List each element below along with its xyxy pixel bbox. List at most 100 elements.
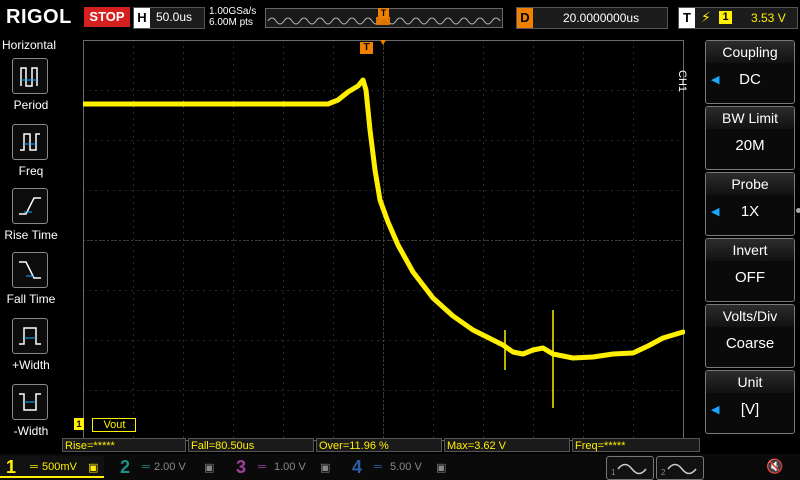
channel-label-text: Vout [92, 418, 137, 432]
trigger-delay[interactable]: D 20.0000000us [516, 7, 668, 29]
svg-text:2: 2 [661, 468, 666, 477]
channel-4-scale: 5.00 V [390, 461, 422, 473]
fall-time-label: Fall Time [6, 292, 56, 306]
generator-1-icon: 1 [611, 463, 647, 477]
top-status-bar: RIGOL STOP H 50.0us 1.00GSa/s 6.00M pts … [0, 0, 800, 36]
negative-width-label: -Width [13, 424, 49, 438]
horizontal-timebase[interactable]: H 50.0us [133, 7, 205, 29]
freq-label: Freq [18, 164, 44, 178]
delay-label: D [517, 8, 533, 28]
coupling-title: Coupling [706, 41, 794, 63]
trigger-level: 3.53 V [751, 11, 786, 25]
trigger-settings[interactable]: T ⚡ 1 3.53 V [678, 7, 798, 29]
bandwidth-limit-icon: ▣ [436, 462, 447, 474]
frequency-icon [12, 124, 48, 160]
measurement-max[interactable]: Max=3.62 V [444, 438, 570, 452]
generator-1-button[interactable]: 1 [606, 456, 654, 480]
channel-4-number: 4 [352, 457, 363, 477]
dc-coupling-icon: ═ [30, 461, 38, 473]
sample-rate: 1.00GSa/s [209, 6, 257, 17]
measure-positive-width[interactable]: +Width [0, 318, 62, 380]
channel-3-scale: 1.00 V [274, 461, 306, 473]
generator-2-button[interactable]: 2 [656, 456, 704, 480]
invert-option[interactable]: Invert OFF [705, 238, 795, 302]
coupling-value: DC [739, 71, 761, 88]
period-icon [12, 58, 48, 94]
memory-depth: 6.00M pts [209, 17, 253, 28]
channel-4-status[interactable]: 4 ═ 5.00 V ▣ [348, 456, 452, 478]
positive-width-icon [12, 318, 48, 354]
channel-1-number: 1 [6, 457, 17, 477]
probe-value: 1X [740, 203, 760, 220]
memory-trigger-marker: T [378, 8, 389, 18]
bw-limit-title: BW Limit [706, 107, 794, 129]
probe-option[interactable]: Probe ◀ 1X [705, 172, 800, 236]
timebase-value: 50.0us [156, 10, 193, 24]
measure-fall-time[interactable]: Fall Time [0, 252, 62, 314]
bandwidth-limit-icon: ▣ [320, 462, 331, 474]
volts-div-title: Volts/Div [706, 305, 794, 327]
channel-tag: CH1 [676, 70, 688, 93]
svg-text:1: 1 [611, 468, 616, 477]
measure-period[interactable]: Period [0, 58, 62, 120]
rise-time-icon [12, 188, 48, 224]
waveform-display[interactable] [80, 40, 686, 442]
measurement-freq[interactable]: Freq=***** [572, 438, 700, 452]
channel-3-status[interactable]: 3 ═ 1.00 V ▣ [232, 456, 336, 478]
unit-title: Unit [706, 371, 794, 393]
fall-time-icon [12, 252, 48, 288]
acquisition-info: 1.00GSa/s 6.00M pts [209, 6, 256, 28]
channel-status-bar: 1 ═ 500mV ▣ 2 ═ 2.00 V ▣ 3 ═ 1.00 V ▣ 4 … [0, 454, 800, 480]
negative-width-icon [12, 384, 48, 420]
invert-title: Invert [706, 239, 794, 261]
channel-ground-marker: 1 [74, 418, 84, 430]
trigger-center-marker [380, 40, 386, 45]
channel-3-number: 3 [236, 457, 247, 477]
channel-1-trace [80, 77, 686, 361]
channel-label-tag[interactable]: 1 Vout [74, 418, 137, 436]
menu-title: Horizontal [2, 38, 57, 52]
measurement-rise[interactable]: Rise=***** [62, 438, 186, 452]
memory-overview[interactable]: T [265, 8, 503, 28]
volts-div-value: Coarse [725, 335, 775, 352]
brand-logo: RIGOL [6, 6, 72, 28]
dc-coupling-icon: ═ [374, 461, 382, 473]
channel-settings-menu: Coupling ◀ DC BW Limit 20M Probe ◀ 1X In… [705, 38, 800, 438]
run-stop-status[interactable]: STOP [84, 7, 130, 27]
dc-coupling-icon: ═ [258, 461, 266, 473]
knob-indicator-icon [796, 208, 800, 213]
bandwidth-limit-icon: ▣ [204, 462, 215, 474]
rising-edge-icon: ⚡ [701, 9, 711, 25]
speaker-muted-icon[interactable]: 🔇 [766, 458, 783, 475]
positive-width-label: +Width [12, 358, 50, 372]
volts-div-option[interactable]: Volts/Div Coarse [705, 304, 795, 368]
trigger-label: T [679, 8, 695, 28]
channel-1-scale: 500mV [42, 461, 77, 473]
bandwidth-limit-option[interactable]: BW Limit 20M [705, 106, 795, 170]
measurement-overshoot[interactable]: Over=11.96 % [316, 438, 442, 452]
channel-2-status[interactable]: 2 ═ 2.00 V ▣ [116, 456, 220, 478]
bw-limit-value: 20M [735, 137, 765, 154]
measure-rise-time[interactable]: Rise Time [0, 188, 62, 250]
rise-time-label: Rise Time [4, 228, 58, 242]
generator-2-icon: 2 [661, 463, 697, 477]
channel-2-scale: 2.00 V [154, 461, 186, 473]
channel-2-number: 2 [120, 457, 131, 477]
bandwidth-limit-icon: ▣ [88, 462, 99, 474]
measure-frequency[interactable]: Freq [0, 124, 62, 186]
probe-title: Probe [706, 173, 794, 195]
unit-value: [V] [740, 401, 760, 418]
period-label: Period [13, 98, 49, 112]
invert-value: OFF [735, 269, 765, 286]
channel-1-status[interactable]: 1 ═ 500mV ▣ [0, 456, 104, 478]
horizontal-label: H [134, 8, 150, 28]
coupling-option[interactable]: Coupling ◀ DC [705, 40, 795, 104]
trigger-source-channel: 1 [719, 11, 732, 24]
trigger-position-marker[interactable]: T [360, 42, 373, 54]
waveform-grid [80, 40, 686, 441]
measure-negative-width[interactable]: -Width [0, 384, 62, 446]
dc-coupling-icon: ═ [142, 461, 150, 473]
delay-value: 20.0000000us [563, 11, 640, 25]
unit-option[interactable]: Unit ◀ [V] [705, 370, 795, 434]
measurement-fall[interactable]: Fall=80.50us [188, 438, 314, 452]
